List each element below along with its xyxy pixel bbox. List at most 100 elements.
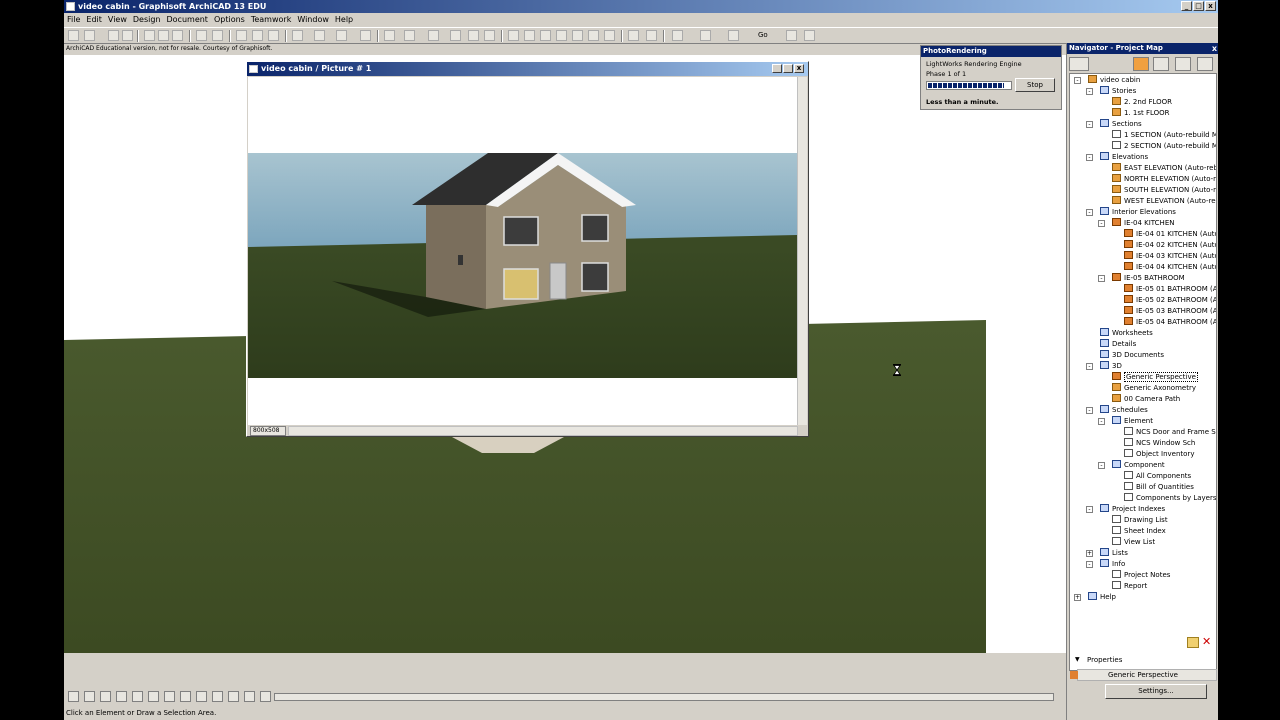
tree-item[interactable]: Bill of Quantities: [1124, 482, 1194, 493]
window-titlebar[interactable]: video cabin - Graphisoft ArchiCAD 13 EDU…: [64, 0, 1218, 13]
navigator-popup-icon[interactable]: [1069, 57, 1089, 71]
menu-help[interactable]: Help: [332, 13, 356, 26]
tree-item[interactable]: EAST ELEVATION (Auto-rebu: [1112, 163, 1216, 174]
roof-icon[interactable]: [572, 30, 583, 41]
object-icon[interactable]: [604, 30, 615, 41]
tree-item[interactable]: Object Inventory: [1124, 449, 1194, 460]
open-icon[interactable]: [84, 30, 95, 41]
navigator-titlebar[interactable]: Navigator - Project Map x: [1067, 43, 1218, 54]
navigator-close-icon[interactable]: x: [1212, 43, 1217, 54]
tree-item[interactable]: - Schedules: [1086, 405, 1148, 416]
tree-item[interactable]: - Component: [1098, 460, 1165, 471]
stop-button[interactable]: Stop: [1015, 78, 1055, 92]
collapse-icon[interactable]: -: [1086, 407, 1093, 414]
tree-item[interactable]: 2 SECTION (Auto-rebuild Mc: [1112, 141, 1216, 152]
inject-icon[interactable]: [268, 30, 279, 41]
tree-item[interactable]: 3D Documents: [1100, 350, 1164, 361]
tree-item[interactable]: NCS Window Sch: [1124, 438, 1195, 449]
nav-section-icon[interactable]: [100, 691, 111, 702]
column-icon[interactable]: [524, 30, 535, 41]
collapse-icon[interactable]: -: [1098, 462, 1105, 469]
tree-item[interactable]: + Help: [1074, 592, 1116, 603]
orbit-icon[interactable]: [180, 691, 191, 702]
properties-header[interactable]: ▼ Properties: [1067, 654, 1218, 666]
tree-item[interactable]: NCS Door and Frame Sc: [1124, 427, 1216, 438]
wall-icon[interactable]: [508, 30, 519, 41]
stair-icon[interactable]: [556, 30, 567, 41]
collapse-icon[interactable]: -: [1086, 121, 1093, 128]
tree-item[interactable]: 2. 2nd FLOOR: [1112, 97, 1172, 108]
picture-window[interactable]: video cabin / Picture # 1 x 800x508: [246, 61, 809, 437]
lock-icon[interactable]: [428, 30, 439, 41]
tree-item[interactable]: Worksheets: [1100, 328, 1153, 339]
tree-item[interactable]: IE-05 01 BATHROOM (A: [1124, 284, 1216, 295]
close-button[interactable]: x: [1205, 1, 1216, 11]
navigate-icon[interactable]: [786, 30, 797, 41]
collapse-icon[interactable]: -: [1086, 363, 1093, 370]
snap-icon[interactable]: [292, 30, 303, 41]
tree-item[interactable]: Project Notes: [1112, 570, 1170, 581]
save-icon[interactable]: [108, 30, 119, 41]
publisher-tab-icon[interactable]: [1197, 57, 1213, 71]
tree-item[interactable]: Generic Axonometry: [1112, 383, 1196, 394]
tree-item[interactable]: 00 Camera Path: [1112, 394, 1180, 405]
tree-item[interactable]: IE-05 03 BATHROOM (A: [1124, 306, 1216, 317]
collapse-icon[interactable]: -: [1098, 220, 1105, 227]
tree-item[interactable]: Generic Perspective: [1112, 372, 1198, 383]
delete-icon[interactable]: ✕: [1202, 636, 1214, 648]
fit-window-icon[interactable]: [148, 691, 159, 702]
find-select-icon[interactable]: [236, 30, 247, 41]
project-map-tab-icon[interactable]: [1133, 57, 1149, 71]
tree-item[interactable]: WEST ELEVATION (Auto-reb: [1112, 196, 1216, 207]
tree-item[interactable]: - Info: [1086, 559, 1125, 570]
tree-item[interactable]: IE-05 02 BATHROOM (A: [1124, 295, 1216, 306]
zoom-icon[interactable]: [700, 30, 711, 41]
tree-item[interactable]: IE-04 03 KITCHEN (Auto: [1124, 251, 1216, 262]
walk-icon[interactable]: [804, 30, 815, 41]
collapse-icon[interactable]: -: [1086, 506, 1093, 513]
tree-item[interactable]: Report: [1112, 581, 1147, 592]
guide-icon[interactable]: [314, 30, 325, 41]
menu-options[interactable]: Options: [211, 13, 248, 26]
group-icon[interactable]: [404, 30, 415, 41]
tree-item[interactable]: - Elevations: [1086, 152, 1148, 163]
tree-item[interactable]: + Lists: [1086, 548, 1128, 559]
collapse-icon[interactable]: -: [1074, 77, 1081, 84]
expand-icon[interactable]: +: [1074, 594, 1081, 601]
tree-item[interactable]: IE-05 04 BATHROOM (A: [1124, 317, 1216, 328]
pick-up-icon[interactable]: [252, 30, 263, 41]
menu-edit[interactable]: Edit: [83, 13, 105, 26]
tree-item[interactable]: - Interior Elevations: [1086, 207, 1176, 218]
new-icon[interactable]: [68, 30, 79, 41]
tree-item[interactable]: - Project Indexes: [1086, 504, 1165, 515]
picture-horizontal-scrollbar[interactable]: [288, 426, 798, 436]
collapse-icon[interactable]: -: [1086, 88, 1093, 95]
collapse-icon[interactable]: -: [1098, 275, 1105, 282]
rotate-right-icon[interactable]: [260, 691, 271, 702]
tree-item[interactable]: Drawing List: [1112, 515, 1168, 526]
cut-icon[interactable]: [144, 30, 155, 41]
zoom-in-icon[interactable]: [116, 691, 127, 702]
new-folder-icon[interactable]: [1187, 637, 1199, 648]
nav-plan-icon[interactable]: [84, 691, 95, 702]
project-map-tree[interactable]: - video cabin - Stories 2. 2nd FLOOR 1. 1st F…: [1069, 73, 1217, 671]
canvas-horizontal-scroll[interactable]: [64, 653, 1064, 661]
tree-item[interactable]: Details: [1100, 339, 1136, 350]
render-icon[interactable]: [646, 30, 657, 41]
print-icon[interactable]: [122, 30, 133, 41]
picture-close-button[interactable]: x: [794, 64, 804, 73]
nav-scrollbar[interactable]: [274, 693, 1054, 701]
tree-item[interactable]: SOUTH ELEVATION (Auto-re: [1112, 185, 1216, 196]
adjust-icon[interactable]: [468, 30, 479, 41]
tree-item[interactable]: - IE-04 KITCHEN: [1098, 218, 1174, 229]
photorendering-title[interactable]: PhotoRendering: [921, 46, 1061, 57]
picture-minimize-button[interactable]: [772, 64, 782, 73]
zoom-out-icon[interactable]: [132, 691, 143, 702]
collapse-icon[interactable]: -: [1086, 561, 1093, 568]
paste-icon[interactable]: [172, 30, 183, 41]
walk-icon[interactable]: [196, 691, 207, 702]
collapse-icon[interactable]: -: [1086, 154, 1093, 161]
fillet-icon[interactable]: [484, 30, 495, 41]
mesh-icon[interactable]: [588, 30, 599, 41]
tree-item[interactable]: - IE-05 BATHROOM: [1098, 273, 1185, 284]
